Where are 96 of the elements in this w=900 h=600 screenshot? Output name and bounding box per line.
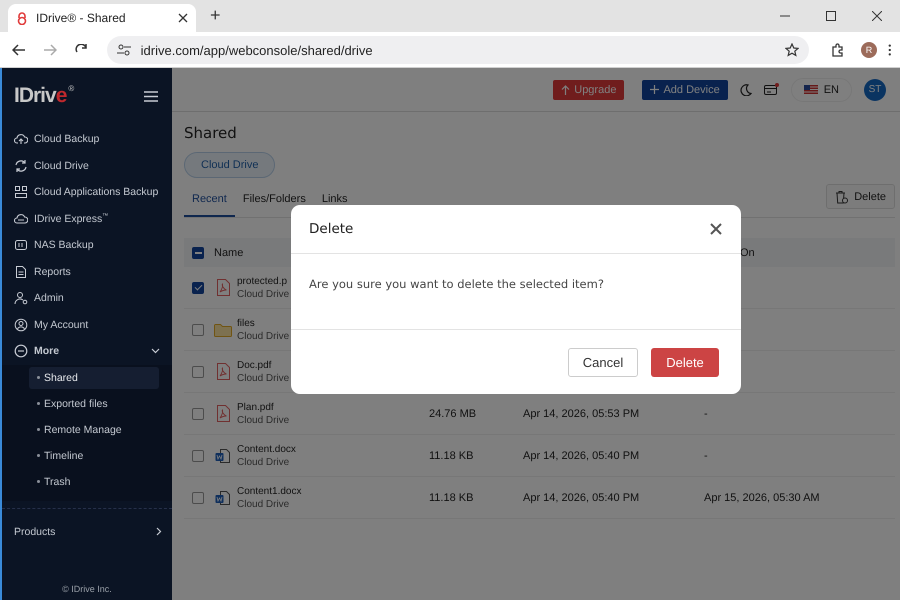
back-icon[interactable] bbox=[12, 44, 26, 56]
date-cell: Apr 14, 2026, 05:53 PM bbox=[523, 408, 640, 420]
dialog-title: Delete bbox=[309, 221, 354, 237]
close-icon[interactable] bbox=[710, 223, 722, 235]
cloud-upload-icon bbox=[14, 132, 28, 146]
sidebar-item[interactable]: More bbox=[34, 345, 145, 358]
lock-icon bbox=[16, 12, 28, 24]
bookmark-star-icon[interactable] bbox=[784, 43, 799, 57]
sidebar-item[interactable]: IDrive Express$^{™}$ bbox=[34, 212, 160, 225]
chevron-right-icon[interactable] bbox=[156, 527, 162, 536]
browser-tab[interactable]: IDrive® - Shared bbox=[8, 4, 196, 32]
checkbox[interactable] bbox=[192, 324, 204, 336]
tab[interactable]: Recent bbox=[184, 187, 235, 217]
new-tab-button[interactable]: + bbox=[206, 5, 225, 26]
user-gear-icon bbox=[14, 291, 28, 306]
card-notification-icon[interactable] bbox=[764, 83, 779, 96]
idrive-logo: IDrive® bbox=[14, 84, 74, 108]
checkbox[interactable] bbox=[192, 366, 204, 378]
date-cell: Apr 14, 2026, 05:40 PM bbox=[523, 450, 640, 462]
file-name[interactable]: Doc.pdf bbox=[237, 360, 290, 370]
close-icon[interactable] bbox=[178, 13, 188, 23]
drive-icon bbox=[14, 238, 28, 252]
confirm-delete-button[interactable]: Delete bbox=[651, 348, 719, 376]
user-circle-icon bbox=[14, 318, 28, 332]
file-location: Cloud Drive bbox=[237, 372, 290, 384]
file-location: Cloud Drive bbox=[237, 288, 290, 300]
file-name[interactable]: protected.p bbox=[237, 276, 290, 286]
sidebar-item[interactable]: NAS Backup bbox=[34, 239, 160, 252]
pdf-file-icon bbox=[216, 363, 230, 380]
date-cell: Apr 14, 2026, 05:40 PM bbox=[523, 492, 640, 504]
submenu-item[interactable]: Exported files bbox=[29, 392, 159, 414]
document-icon bbox=[14, 264, 28, 279]
cancel-button[interactable]: Cancel bbox=[568, 348, 638, 376]
close-icon[interactable] bbox=[872, 11, 882, 21]
tab[interactable]: Links bbox=[314, 187, 356, 217]
page-title: Shared bbox=[184, 124, 238, 142]
file-location: Cloud Drive bbox=[237, 498, 290, 510]
folder-icon bbox=[214, 322, 232, 336]
file-name[interactable]: Content1.docx bbox=[237, 486, 302, 496]
copyright-text: © IDrive Inc. bbox=[62, 584, 112, 594]
minus-circle-icon bbox=[14, 344, 28, 358]
checkbox[interactable] bbox=[192, 408, 204, 420]
file-location: Cloud Drive bbox=[237, 330, 290, 342]
date-cell: Apr 15, 2026, 05:30 AM bbox=[704, 492, 820, 504]
tab[interactable]: Files/Folders bbox=[234, 187, 314, 217]
address-bar[interactable]: idrive.com/app/webconsole/shared/drive bbox=[106, 36, 809, 64]
delete-button[interactable]: Delete bbox=[826, 184, 895, 209]
checkbox[interactable] bbox=[192, 282, 204, 294]
sidebar-item[interactable]: Reports bbox=[34, 266, 160, 278]
more-icon[interactable] bbox=[888, 43, 892, 57]
checkbox[interactable] bbox=[192, 492, 204, 504]
puzzle-icon[interactable] bbox=[831, 43, 846, 57]
trash-icon bbox=[835, 190, 848, 204]
sync-icon bbox=[14, 158, 28, 173]
date-cell: - bbox=[704, 408, 708, 420]
submenu-item[interactable]: Remote Manage bbox=[29, 418, 159, 440]
file-location: Cloud Drive bbox=[237, 414, 290, 426]
submenu-item[interactable]: Trash bbox=[29, 470, 159, 492]
add-device-button[interactable]: Add Device bbox=[642, 80, 728, 100]
file-name[interactable]: files bbox=[237, 318, 290, 328]
profile-avatar[interactable]: R bbox=[861, 42, 877, 58]
date-cell: - bbox=[704, 450, 708, 462]
plus-icon bbox=[650, 85, 660, 94]
arrow-up-icon bbox=[561, 84, 570, 94]
language-selector[interactable]: EN bbox=[790, 78, 852, 102]
sidebar-item[interactable]: Admin bbox=[34, 292, 160, 304]
column-header: On bbox=[740, 246, 755, 258]
word-file-icon bbox=[215, 448, 231, 464]
menu-icon[interactable] bbox=[144, 90, 158, 102]
flag-icon bbox=[804, 85, 818, 94]
file-size: 11.18 KB bbox=[429, 492, 474, 504]
sidebar-item[interactable]: My Account bbox=[34, 318, 160, 331]
site-settings-icon[interactable] bbox=[116, 44, 131, 56]
file-size: 11.18 KB bbox=[429, 450, 474, 462]
tab-title: IDrive® - Shared bbox=[36, 11, 127, 25]
file-size: 24.76 MB bbox=[429, 408, 476, 420]
file-name[interactable]: Content.docx bbox=[237, 444, 296, 454]
file-name[interactable]: Plan.pdf bbox=[237, 402, 290, 412]
pdf-file-icon bbox=[216, 279, 230, 296]
sidebar-item[interactable]: Cloud Applications Backup bbox=[34, 186, 160, 198]
submenu-item[interactable]: Shared bbox=[29, 366, 159, 388]
apps-icon bbox=[14, 185, 28, 200]
checkbox[interactable] bbox=[192, 246, 204, 258]
moon-icon[interactable] bbox=[740, 84, 752, 96]
column-header: Name bbox=[214, 246, 244, 258]
sidebar-item[interactable]: Cloud Backup bbox=[34, 133, 160, 146]
submenu-item[interactable]: Timeline bbox=[29, 444, 159, 466]
dialog-message: Are you sure you want to delete the selected item? bbox=[309, 277, 604, 291]
sidebar-item[interactable]: Cloud Drive bbox=[34, 160, 160, 172]
maximize-icon[interactable] bbox=[826, 11, 836, 21]
checkbox[interactable] bbox=[192, 450, 204, 462]
word-file-icon bbox=[215, 490, 231, 506]
cloud-icon bbox=[14, 212, 28, 226]
products-menu[interactable]: Products bbox=[14, 526, 56, 538]
file-location: Cloud Drive bbox=[237, 456, 290, 468]
pdf-file-icon bbox=[216, 405, 230, 422]
